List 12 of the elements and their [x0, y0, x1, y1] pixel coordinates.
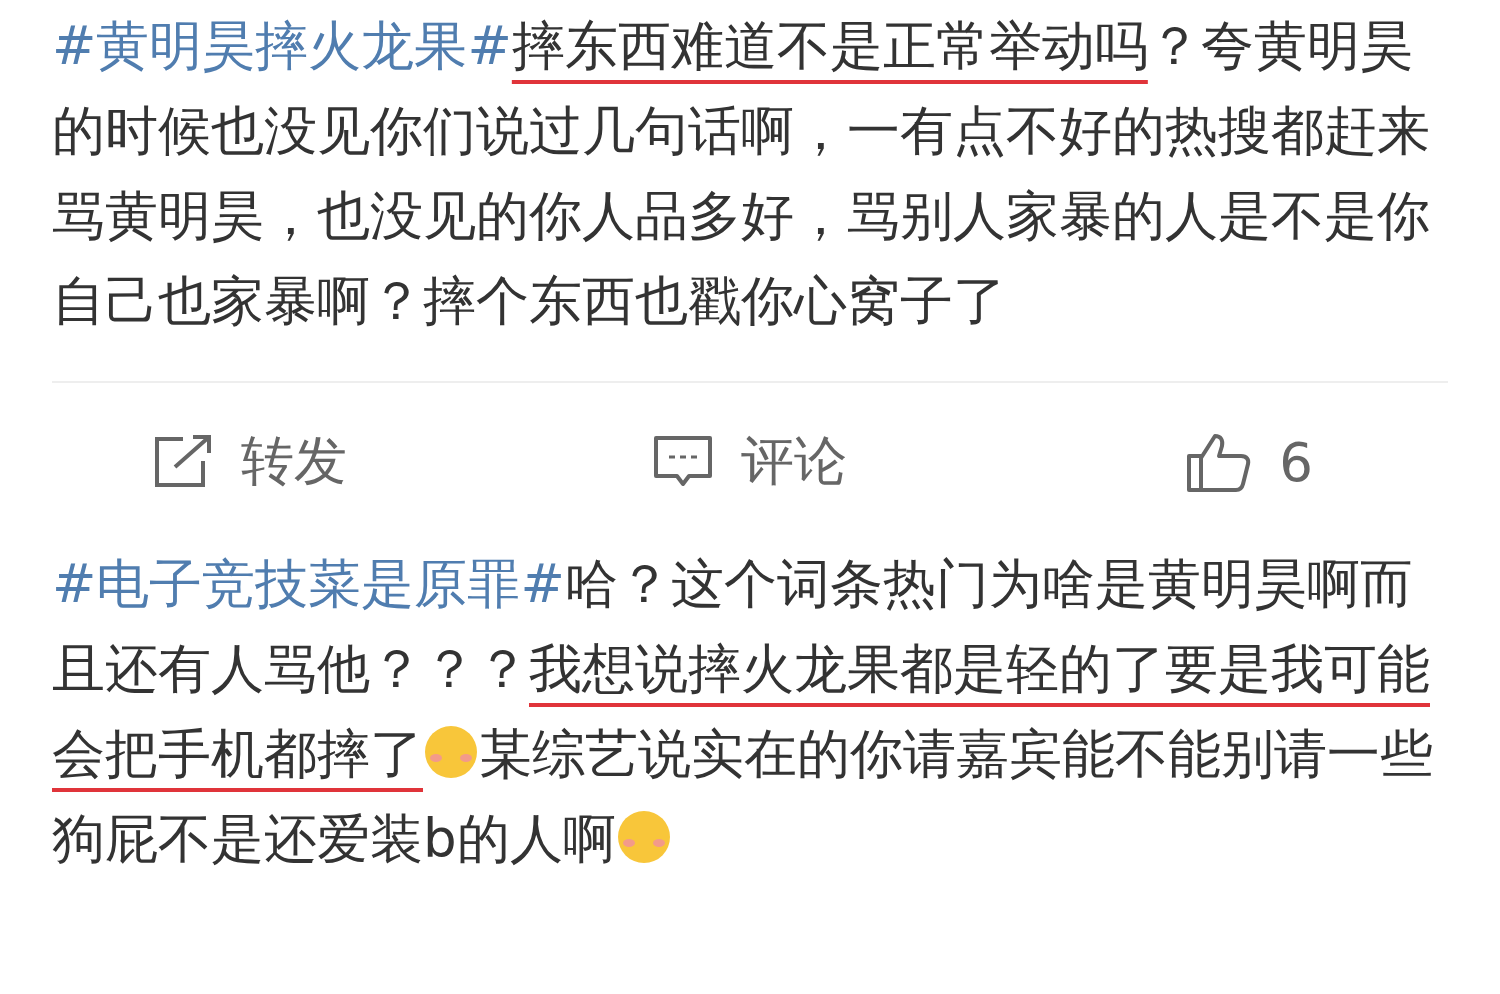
emoji-icon [423, 724, 479, 780]
emoji-icon [615, 809, 672, 865]
post-text: #电子竞技菜是原罪#哈？这个词条热门为啥是黄明昊啊而且还有人骂他？？？我想说摔火龙果都是轻的了要是我可能会把手机都摔了 某综艺说实在的你请嘉宾能不能别请一些狗屁不是还爱装b的人啊 [51, 552, 1434, 871]
post-text: #黄明昊摔火龙果#摔东西难道不是正常举动吗？夸黄明昊的时候也没见你们说过几句话啊，一有点不好的热搜都赶来骂黄明昊，也没见的你人品多好，骂别人家暴的人是不是你自己也家暴啊？摔个东西也戳你心窝子了 [51, 14, 1431, 333]
share-icon [153, 435, 213, 489]
like-button[interactable]: 6 [1279, 431, 1313, 493]
hashtag-link[interactable]: #黄明昊摔火龙果# [52, 15, 512, 76]
comment-icon [653, 435, 713, 489]
hashtag-link[interactable]: #电子竞技菜是原罪# [52, 553, 565, 614]
comment-button[interactable]: 评论 [741, 426, 847, 498]
repost-button[interactable]: 转发 [241, 426, 347, 498]
thumbs-up-icon [1187, 432, 1252, 492]
